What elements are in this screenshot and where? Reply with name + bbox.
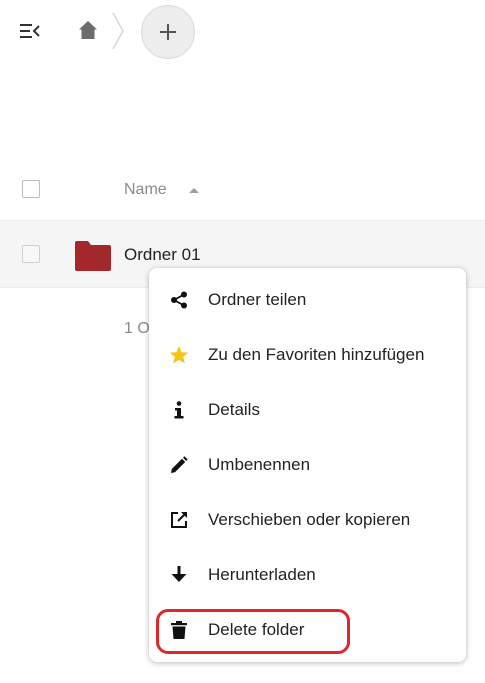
info-icon <box>169 400 189 420</box>
menu-item-rename[interactable]: Umbenennen <box>149 445 466 485</box>
row-checkbox[interactable] <box>22 245 40 263</box>
menu-item-label: Umbenennen <box>208 455 311 474</box>
folder-icon <box>75 239 111 271</box>
files-app: Name Ordner 01 1 O Ordner teilen Zu den … <box>0 0 485 683</box>
plus-icon <box>160 24 176 40</box>
menu-item-label: Delete folder <box>208 620 305 639</box>
menu-item-details[interactable]: Details <box>149 390 466 430</box>
file-name[interactable]: Ordner 01 <box>124 245 201 265</box>
menu-item-label: Ordner teilen <box>208 290 307 309</box>
select-all-checkbox[interactable] <box>22 180 40 198</box>
trash-icon <box>169 620 189 640</box>
share-icon <box>169 290 189 310</box>
column-header-name[interactable]: Name <box>124 181 167 199</box>
breadcrumb-separator-icon <box>111 12 125 50</box>
menu-item-move-copy[interactable]: Verschieben oder kopieren <box>149 500 466 540</box>
menu-item-label: Herunterladen <box>208 565 316 584</box>
menu-item-delete[interactable]: Delete folder <box>149 610 466 650</box>
menu-item-share[interactable]: Ordner teilen <box>149 280 466 320</box>
move-copy-icon <box>169 510 189 530</box>
sort-ascending-icon <box>189 188 199 193</box>
star-icon <box>169 345 189 365</box>
new-button[interactable] <box>141 5 195 59</box>
home-icon[interactable] <box>78 20 98 40</box>
menu-item-label: Zu den Favoriten hinzufügen <box>208 345 425 364</box>
menu-item-label: Verschieben oder kopieren <box>208 510 411 529</box>
file-count-summary: 1 O <box>124 320 150 337</box>
pencil-icon <box>169 455 189 475</box>
menu-item-label: Details <box>208 400 260 419</box>
menu-item-favorite[interactable]: Zu den Favoriten hinzufügen <box>149 335 466 375</box>
download-icon <box>169 565 189 585</box>
menu-item-download[interactable]: Herunterladen <box>149 555 466 595</box>
context-menu: Ordner teilen Zu den Favoriten hinzufüge… <box>149 268 466 662</box>
navigation-toggle-icon[interactable] <box>20 22 40 40</box>
